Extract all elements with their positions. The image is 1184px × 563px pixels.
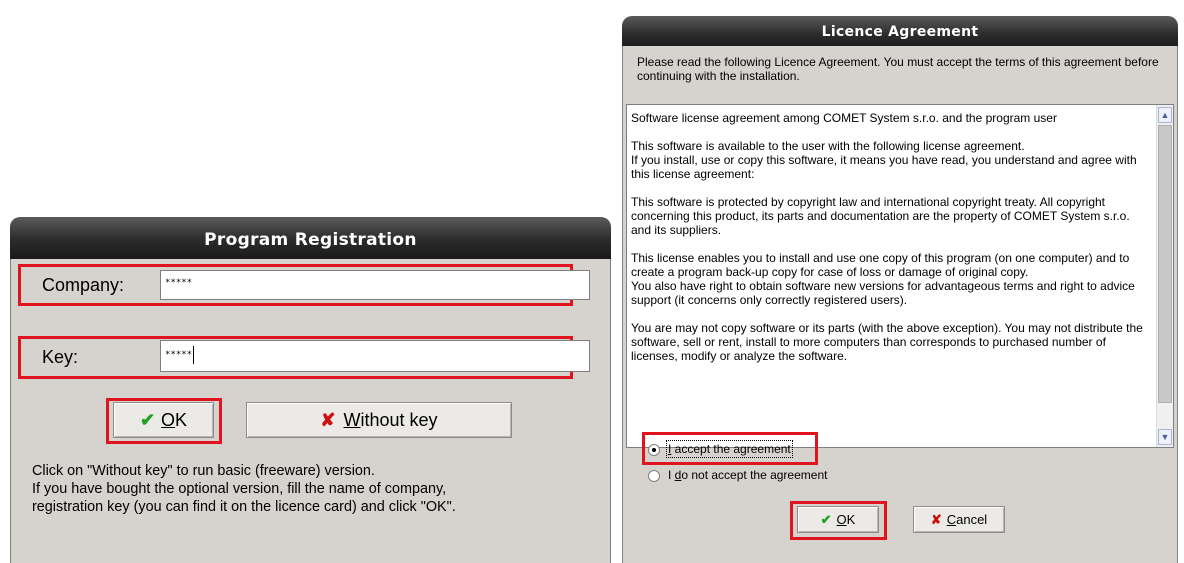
licence-paragraph: This software is protected by copyright … [631, 195, 1130, 237]
licence-ok-accelerator: O [836, 512, 847, 527]
licence-title-bar: Licence Agreement [622, 16, 1178, 50]
licence-paragraph: Software license agreement among COMET S… [631, 111, 1057, 125]
ok-label-rest: K [175, 409, 188, 430]
licence-title: Licence Agreement [821, 24, 979, 40]
licence-text: Software license agreement among COMET S… [631, 111, 1151, 377]
key-input[interactable]: ***** [160, 340, 590, 372]
registration-help-text: Click on "Without key" to run basic (fre… [32, 462, 602, 516]
accept-radio[interactable] [648, 444, 660, 456]
decline-radio[interactable] [648, 470, 660, 482]
decline-label-rest: o not accept the agreement [681, 468, 828, 482]
text-caret [193, 345, 195, 364]
cancel-label-rest: ancel [956, 512, 988, 527]
registration-title-bar: Program Registration [10, 217, 611, 259]
registration-ok-button[interactable]: ✔ OK [113, 402, 214, 438]
cancel-accelerator: C [946, 512, 957, 527]
accept-label-text: I accept the agreement [666, 440, 793, 458]
key-input-value: ***** [165, 350, 193, 360]
scroll-down-arrow-icon[interactable]: ▼ [1158, 429, 1172, 445]
licence-cancel-button[interactable]: ✘ Cancel [913, 506, 1005, 533]
scrollbar-thumb[interactable] [1158, 125, 1172, 403]
company-input-value: ***** [165, 278, 193, 288]
accept-label[interactable]: I accept the agreement [666, 440, 793, 458]
licence-scrollbar[interactable]: ▲ ▼ [1156, 105, 1173, 447]
licence-ok-label-rest: K [846, 512, 856, 527]
without-key-label-rest: ithout key [360, 409, 438, 430]
cross-icon: ✘ [930, 511, 942, 527]
registration-title: Program Registration [204, 230, 417, 250]
ok-accelerator: O [161, 409, 176, 430]
key-label: Key: [42, 347, 79, 367]
licence-paragraph: This license enables you to install and … [631, 251, 1135, 307]
help-line: Click on "Without key" to run basic (fre… [32, 463, 375, 479]
company-label: Company: [42, 275, 125, 295]
decline-label-pre: I [668, 468, 675, 482]
without-key-accelerator: W [343, 409, 361, 430]
company-input[interactable]: ***** [160, 270, 590, 300]
check-icon: ✔ [820, 511, 832, 527]
accept-label-rest: accept the agreement [671, 442, 791, 456]
licence-text-box[interactable]: Software license agreement among COMET S… [626, 104, 1174, 448]
help-line: registration key (you can find it on the… [32, 499, 456, 515]
licence-ok-button[interactable]: ✔ OK [797, 506, 879, 533]
licence-intro-text: Please read the following Licence Agreem… [637, 55, 1159, 83]
help-line: If you have bought the optional version,… [32, 481, 447, 497]
check-icon: ✔ [139, 409, 156, 430]
licence-paragraph: You are may not copy software or its par… [631, 321, 1143, 363]
scroll-up-arrow-icon[interactable]: ▲ [1158, 107, 1172, 123]
decline-label[interactable]: I do not accept the agreement [668, 468, 827, 482]
cross-icon: ✘ [320, 409, 336, 430]
licence-paragraph: This software is available to the user w… [631, 139, 1137, 181]
without-key-button[interactable]: ✘ Without key [246, 402, 512, 438]
